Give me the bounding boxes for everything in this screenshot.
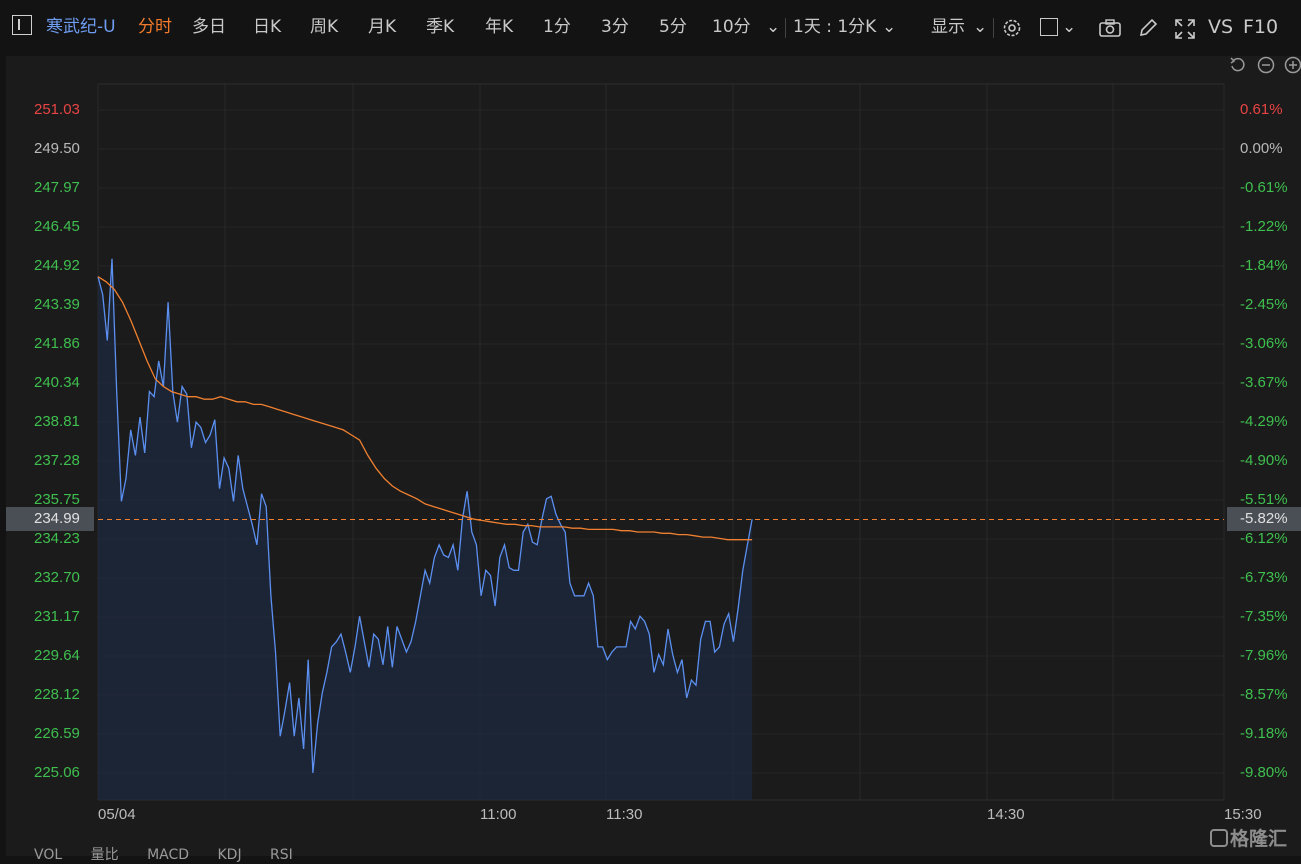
y-tick-label-left: 226.59 [34, 725, 80, 742]
tab-vol[interactable]: VOL [34, 847, 62, 863]
y-tick-label-left: 229.64 [34, 647, 80, 664]
y-tick-label-right: -1.22% [1240, 218, 1288, 235]
indicator-tabs: VOL 量比 MACD KDJ RSI [34, 844, 317, 864]
x-tick-label: 11:00 [480, 806, 517, 823]
y-tick-label-right: 0.00% [1240, 140, 1283, 157]
y-tick-label-left: 228.12 [34, 686, 80, 703]
y-tick-label-left: 249.50 [34, 140, 80, 157]
watermark-logo: 格隆汇 [1210, 824, 1287, 851]
y-tick-label-right: -4.29% [1240, 413, 1288, 430]
tab-macd[interactable]: MACD [147, 847, 189, 863]
y-tick-label-right: -7.35% [1240, 608, 1288, 625]
y-tick-label-right: -9.18% [1240, 725, 1288, 742]
current-pct-label: -5.82% [1227, 507, 1301, 531]
tab-volume-ratio[interactable]: 量比 [91, 847, 119, 863]
y-tick-label-left: 235.75 [34, 491, 80, 508]
x-tick-label: 05/04 [98, 806, 136, 823]
y-tick-label-left: 225.06 [34, 764, 80, 781]
y-tick-label-right: -0.61% [1240, 179, 1288, 196]
y-tick-label-left: 231.17 [34, 608, 80, 625]
intraday-chart[interactable] [0, 0, 1301, 856]
y-tick-label-left: 247.97 [34, 179, 80, 196]
current-price-label: 234.99 [6, 507, 94, 531]
tab-kdj[interactable]: KDJ [217, 847, 241, 863]
y-tick-label-left: 234.23 [34, 530, 80, 547]
zoom-in-icon[interactable] [1283, 55, 1301, 75]
y-tick-label-left: 251.03 [34, 101, 80, 118]
x-tick-label: 14:30 [987, 806, 1025, 823]
reset-zoom-icon[interactable] [1228, 55, 1248, 75]
y-tick-label-left: 244.92 [34, 257, 80, 274]
y-tick-label-right: -6.73% [1240, 569, 1288, 586]
y-tick-label-left: 246.45 [34, 218, 80, 235]
tab-rsi[interactable]: RSI [270, 847, 293, 863]
y-tick-label-left: 232.70 [34, 569, 80, 586]
watermark-g-icon [1210, 829, 1228, 847]
y-tick-label-right: -3.67% [1240, 374, 1288, 391]
y-tick-label-left: 238.81 [34, 413, 80, 430]
y-tick-label-left: 241.86 [34, 335, 80, 352]
y-tick-label-left: 243.39 [34, 296, 80, 313]
y-tick-label-right: -8.57% [1240, 686, 1288, 703]
watermark-text: 格隆汇 [1230, 828, 1288, 850]
y-tick-label-right: -4.90% [1240, 452, 1288, 469]
y-tick-label-right: -5.51% [1240, 491, 1288, 508]
zoom-out-icon[interactable] [1256, 55, 1276, 75]
x-tick-label: 11:30 [606, 806, 643, 823]
y-tick-label-left: 237.28 [34, 452, 80, 469]
price-area [98, 258, 753, 800]
y-tick-label-right: -1.84% [1240, 257, 1288, 274]
y-tick-label-right: -2.45% [1240, 296, 1288, 313]
y-tick-label-right: 0.61% [1240, 101, 1283, 118]
x-tick-label: 15:30 [1224, 806, 1262, 823]
y-tick-label-right: -6.12% [1240, 530, 1288, 547]
y-tick-label-right: -7.96% [1240, 647, 1288, 664]
y-tick-label-right: -3.06% [1240, 335, 1288, 352]
y-tick-label-left: 240.34 [34, 374, 80, 391]
y-tick-label-right: -9.80% [1240, 764, 1288, 781]
